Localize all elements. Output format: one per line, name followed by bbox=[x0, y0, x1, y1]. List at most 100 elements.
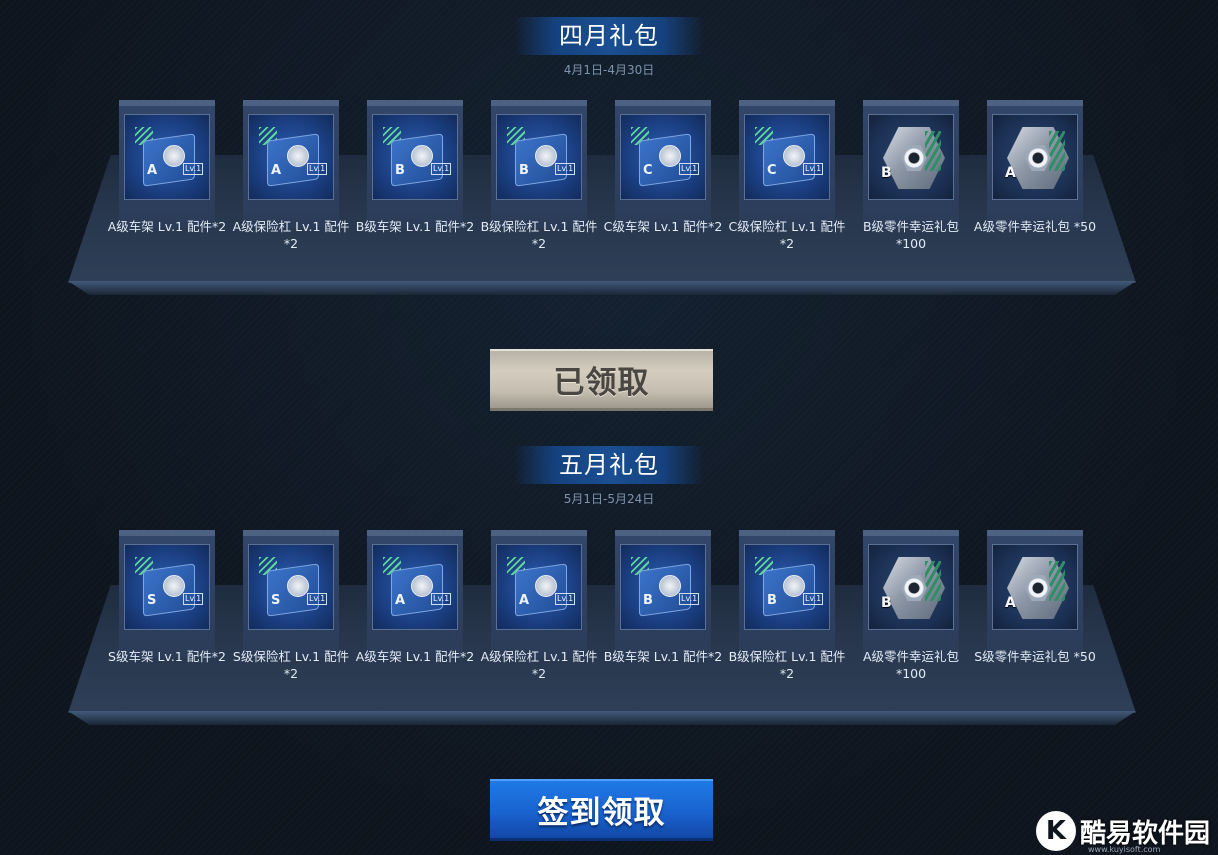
bumper-emblem-icon bbox=[535, 145, 557, 167]
level-tag: Lv.1 bbox=[431, 593, 452, 605]
grade-letter: S bbox=[271, 593, 281, 608]
stripe-deco bbox=[1049, 561, 1065, 601]
section-title: 五月礼包 bbox=[514, 446, 704, 484]
nut-hex-icon: A bbox=[992, 544, 1078, 630]
reward-item[interactable]: B Lv.1 B级保险杠 Lv.1 配件*2 bbox=[481, 100, 597, 251]
bumper-part-icon: A Lv.1 bbox=[248, 114, 334, 200]
stripe-deco bbox=[925, 131, 941, 171]
nut-hex-icon: A bbox=[992, 114, 1078, 200]
reward-item[interactable]: S Lv.1 S级车架 Lv.1 配件*2 bbox=[108, 530, 226, 664]
reward-item[interactable]: A S级零件幸运礼包 *50 bbox=[974, 530, 1096, 664]
section-date: 4月1日-4月30日 bbox=[563, 63, 655, 77]
frame-emblem-icon bbox=[163, 575, 185, 597]
level-tag: Lv.1 bbox=[307, 593, 328, 605]
item-label: B级保险杠 Lv.1 配件*2 bbox=[728, 649, 846, 681]
frame-emblem-icon bbox=[163, 145, 185, 167]
stripe-deco bbox=[925, 561, 941, 601]
bumper-part-icon: A Lv.1 bbox=[496, 544, 582, 630]
may-platform-edge bbox=[68, 711, 1136, 725]
reward-item[interactable]: A Lv.1 A级车架 Lv.1 配件*2 bbox=[108, 100, 226, 234]
reward-item[interactable]: A Lv.1 A级保险杠 Lv.1 配件*2 bbox=[233, 100, 349, 251]
april-title-banner: 四月礼包 bbox=[0, 17, 1218, 57]
item-label: S级零件幸运礼包 *50 bbox=[974, 649, 1096, 664]
grade-letter: C bbox=[767, 163, 777, 178]
watermark-text: 酷易软件园 bbox=[1080, 818, 1211, 849]
section-title: 四月礼包 bbox=[514, 17, 704, 55]
section-date: 5月1日-5月24日 bbox=[563, 492, 655, 506]
item-label: A级保险杠 Lv.1 配件*2 bbox=[480, 649, 598, 681]
reward-item[interactable]: B Lv.1 B级车架 Lv.1 配件*2 bbox=[356, 100, 474, 234]
reward-item[interactable]: B Lv.1 B级保险杠 Lv.1 配件*2 bbox=[729, 530, 845, 681]
bumper-part-icon: B Lv.1 bbox=[496, 114, 582, 200]
frame-part-icon: B Lv.1 bbox=[372, 114, 458, 200]
item-label: B级车架 Lv.1 配件*2 bbox=[603, 649, 723, 664]
sign-in-claim-button[interactable]: 签到领取 bbox=[490, 779, 713, 841]
item-label: B级零件幸运礼包 *100 bbox=[862, 219, 960, 251]
item-label: S级车架 Lv.1 配件*2 bbox=[108, 649, 226, 664]
reward-item[interactable]: C Lv.1 C级保险杠 Lv.1 配件*2 bbox=[729, 100, 846, 251]
grade-letter: A bbox=[1005, 165, 1016, 181]
bumper-emblem-icon bbox=[783, 575, 805, 597]
site-logo-icon: K bbox=[1036, 811, 1076, 851]
frame-emblem-icon bbox=[659, 575, 681, 597]
frame-part-icon: A Lv.1 bbox=[124, 114, 210, 200]
grade-letter: A bbox=[271, 163, 282, 178]
april-platform-edge bbox=[68, 281, 1136, 295]
grade-letter: A bbox=[395, 593, 406, 608]
reward-item[interactable]: C Lv.1 C级车架 Lv.1 配件*2 bbox=[604, 100, 722, 234]
claimed-button[interactable]: 已领取 bbox=[490, 349, 713, 411]
level-tag: Lv.1 bbox=[679, 163, 700, 175]
grade-letter: C bbox=[643, 163, 653, 178]
grade-letter: B bbox=[519, 163, 529, 178]
bumper-part-icon: B Lv.1 bbox=[744, 544, 830, 630]
bumper-emblem-icon bbox=[287, 145, 309, 167]
item-label: C级车架 Lv.1 配件*2 bbox=[603, 219, 723, 234]
grade-letter: A bbox=[519, 593, 530, 608]
grade-letter: A bbox=[1005, 595, 1016, 611]
reward-item[interactable]: S Lv.1 S级保险杠 Lv.1 配件*2 bbox=[233, 530, 349, 681]
reward-item[interactable]: B B级零件幸运礼包 *100 bbox=[863, 100, 959, 251]
reward-item[interactable]: A A级零件幸运礼包 *50 bbox=[974, 100, 1096, 234]
item-label: C级保险杠 Lv.1 配件*2 bbox=[728, 219, 846, 251]
nut-hex-icon: B bbox=[868, 114, 954, 200]
level-tag: Lv.1 bbox=[679, 593, 700, 605]
reward-item[interactable]: B Lv.1 B级车架 Lv.1 配件*2 bbox=[604, 530, 722, 664]
frame-emblem-icon bbox=[659, 145, 681, 167]
watermark-url: www.kuyisoft.com bbox=[1088, 845, 1161, 854]
frame-part-icon: A Lv.1 bbox=[372, 544, 458, 630]
grade-letter: B bbox=[643, 593, 653, 608]
level-tag: Lv.1 bbox=[431, 163, 452, 175]
bumper-emblem-icon bbox=[783, 145, 805, 167]
bumper-part-icon: C Lv.1 bbox=[744, 114, 830, 200]
frame-part-icon: B Lv.1 bbox=[620, 544, 706, 630]
frame-part-icon: S Lv.1 bbox=[124, 544, 210, 630]
item-label: A级零件幸运礼包 *100 bbox=[862, 649, 960, 681]
item-label: A级保险杠 Lv.1 配件*2 bbox=[232, 219, 350, 251]
level-tag: Lv.1 bbox=[803, 163, 824, 175]
frame-emblem-icon bbox=[411, 575, 433, 597]
item-label: A级零件幸运礼包 *50 bbox=[973, 219, 1097, 234]
item-label: B级保险杠 Lv.1 配件*2 bbox=[480, 219, 598, 251]
bumper-emblem-icon bbox=[535, 575, 557, 597]
level-tag: Lv.1 bbox=[555, 593, 576, 605]
frame-emblem-icon bbox=[411, 145, 433, 167]
grade-letter: S bbox=[147, 593, 157, 608]
grade-letter: B bbox=[881, 595, 892, 611]
reward-item[interactable]: A Lv.1 A级车架 Lv.1 配件*2 bbox=[356, 530, 474, 664]
stripe-deco bbox=[1049, 131, 1065, 171]
reward-item[interactable]: A Lv.1 A级保险杠 Lv.1 配件*2 bbox=[481, 530, 597, 681]
grade-letter: B bbox=[881, 165, 892, 181]
level-tag: Lv.1 bbox=[803, 593, 824, 605]
level-tag: Lv.1 bbox=[183, 163, 204, 175]
level-tag: Lv.1 bbox=[307, 163, 328, 175]
item-label: A级车架 Lv.1 配件*2 bbox=[107, 219, 227, 234]
may-title-banner: 五月礼包 bbox=[0, 446, 1218, 486]
grade-letter: B bbox=[395, 163, 405, 178]
item-label: S级保险杠 Lv.1 配件*2 bbox=[232, 649, 350, 681]
level-tag: Lv.1 bbox=[555, 163, 576, 175]
item-label: B级车架 Lv.1 配件*2 bbox=[355, 219, 475, 234]
reward-item[interactable]: B A级零件幸运礼包 *100 bbox=[863, 530, 959, 681]
grade-letter: A bbox=[147, 163, 158, 178]
watermark: K 酷易软件园 www.kuyisoft.com bbox=[1036, 807, 1218, 855]
frame-part-icon: C Lv.1 bbox=[620, 114, 706, 200]
